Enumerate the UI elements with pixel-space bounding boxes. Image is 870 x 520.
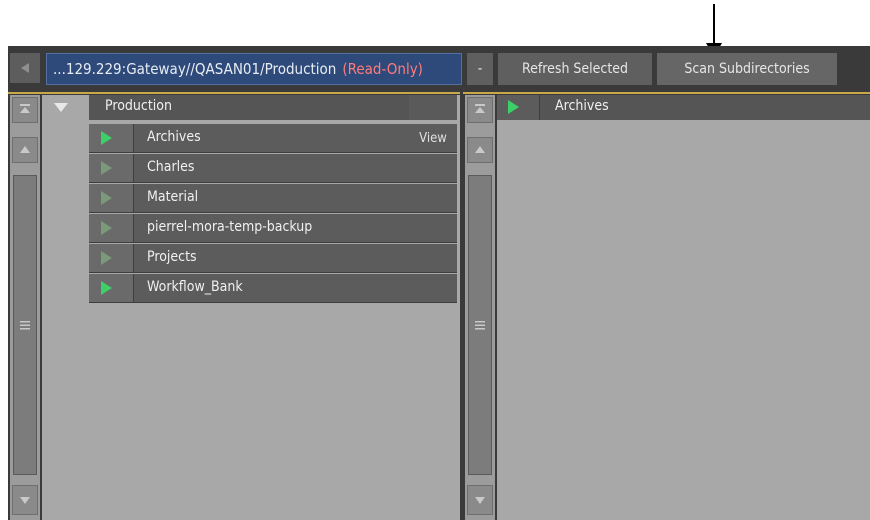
left-arrow-icon bbox=[21, 63, 29, 73]
expander[interactable] bbox=[497, 95, 540, 120]
expander[interactable] bbox=[89, 154, 134, 182]
contents-pane bbox=[497, 95, 870, 520]
arrow-down-icon bbox=[20, 497, 30, 504]
grip-icon bbox=[20, 321, 30, 330]
scrollbar-thumb[interactable] bbox=[13, 175, 37, 475]
callout-arrow-line bbox=[713, 4, 715, 48]
scroll-to-top-icon bbox=[475, 104, 485, 113]
tree-item-label: Material bbox=[147, 189, 199, 205]
tree-item-label: pierrel-mora-temp-backup bbox=[147, 219, 313, 235]
tree-root-label: Production bbox=[105, 98, 172, 114]
expander[interactable] bbox=[89, 184, 134, 212]
triangle-right-icon bbox=[508, 100, 519, 114]
triangle-right-icon bbox=[101, 191, 112, 205]
scroll-top-button[interactable] bbox=[467, 97, 493, 123]
tree-item-label: Archives bbox=[147, 129, 201, 145]
contents-header[interactable]: Archives bbox=[497, 95, 870, 120]
action-cell bbox=[409, 184, 457, 213]
scroll-down-button[interactable] bbox=[12, 485, 38, 515]
action-cell bbox=[409, 154, 457, 183]
tree-item-label: Workflow_Bank bbox=[147, 279, 243, 295]
action-cell bbox=[409, 214, 457, 243]
arrow-down-icon bbox=[475, 497, 485, 504]
scrollbar-thumb[interactable] bbox=[468, 175, 492, 475]
tree-row-pierrel-mora-temp-backup[interactable]: pierrel-mora-temp-backup bbox=[89, 214, 409, 243]
path-text: ...129.229:Gateway//QASAN01/Production bbox=[53, 60, 337, 78]
triangle-right-icon bbox=[101, 161, 112, 175]
scroll-up-button[interactable] bbox=[467, 137, 493, 163]
scroll-top-button[interactable] bbox=[12, 97, 38, 123]
triangle-down-icon[interactable] bbox=[54, 103, 68, 112]
refresh-selected-button[interactable]: Refresh Selected bbox=[498, 53, 652, 85]
triangle-right-icon bbox=[101, 221, 112, 235]
tree-item-label: Charles bbox=[147, 159, 195, 175]
tree-row-projects[interactable]: Projects bbox=[89, 244, 409, 273]
left-pane-top-border bbox=[8, 92, 460, 94]
grip-icon bbox=[475, 321, 485, 330]
root-action-cell bbox=[409, 95, 457, 120]
expander[interactable] bbox=[89, 244, 134, 272]
right-pane-top-border bbox=[463, 92, 870, 94]
contents-header-label: Archives bbox=[555, 98, 609, 114]
action-cell bbox=[409, 274, 457, 303]
left-scrollbar[interactable] bbox=[10, 95, 40, 520]
right-scrollbar[interactable] bbox=[465, 95, 495, 520]
scroll-up-button[interactable] bbox=[12, 137, 38, 163]
path-field[interactable]: ...129.229:Gateway//QASAN01/Production (… bbox=[46, 53, 462, 85]
triangle-right-icon bbox=[101, 251, 112, 265]
tree-row-charles[interactable]: Charles bbox=[89, 154, 409, 183]
triangle-right-icon bbox=[101, 281, 112, 295]
scroll-down-button[interactable] bbox=[467, 485, 493, 515]
triangle-right-icon bbox=[101, 131, 112, 145]
read-only-label: (Read-Only) bbox=[342, 60, 423, 78]
tree-row-workflow-bank[interactable]: Workflow_Bank bbox=[89, 274, 409, 303]
scan-subdirectories-button[interactable]: Scan Subdirectories bbox=[657, 53, 837, 85]
tree-item-label: Projects bbox=[147, 249, 197, 265]
arrow-up-icon bbox=[20, 146, 30, 153]
expander[interactable] bbox=[89, 124, 134, 152]
arrow-up-icon bbox=[475, 146, 485, 153]
tree-root-row[interactable]: Production bbox=[89, 95, 409, 120]
action-cell bbox=[409, 244, 457, 273]
view-button[interactable]: View bbox=[409, 124, 457, 153]
expander[interactable] bbox=[89, 214, 134, 242]
scroll-to-top-icon bbox=[20, 104, 30, 113]
minus-button[interactable]: - bbox=[467, 53, 493, 85]
tree-row-material[interactable]: Material bbox=[89, 184, 409, 213]
back-button[interactable] bbox=[10, 53, 40, 83]
tree-row-archives[interactable]: Archives bbox=[89, 124, 409, 153]
expander[interactable] bbox=[89, 274, 134, 302]
